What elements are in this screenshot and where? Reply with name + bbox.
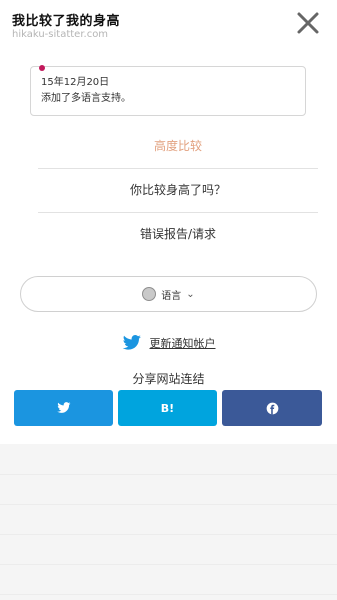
close-icon (297, 12, 319, 34)
twitter-bird-icon (56, 402, 70, 413)
globe-icon (142, 287, 157, 301)
share-facebook-button[interactable] (222, 390, 322, 426)
close-button[interactable] (293, 8, 323, 38)
compare-height-link[interactable]: 高度比较 (38, 124, 318, 168)
language-selector[interactable]: 语言 ⌄ (20, 276, 317, 312)
site-url: hikaku-sitatter.com (12, 29, 109, 40)
background-content (0, 444, 337, 600)
background-row (0, 504, 337, 535)
share-twitter-button[interactable] (14, 390, 113, 426)
twitter-bird-icon (122, 335, 141, 350)
chevron-down-icon: ⌄ (186, 288, 195, 300)
twitter-update-link[interactable]: 更新通知帐户 (150, 335, 216, 351)
background-row (0, 534, 337, 565)
facebook-icon (266, 402, 278, 414)
share-title: 分享网站连结 (132, 372, 205, 386)
hatena-label: B! (160, 401, 175, 415)
notice-date: 15年12月20日 (41, 77, 110, 88)
twitter-account-row[interactable]: 更新通知帐户 (0, 332, 337, 354)
background-row (0, 474, 337, 505)
background-row (0, 444, 337, 475)
update-notice: 15年12月20日 添加了多语言支持。 (30, 65, 306, 116)
background-row (0, 564, 337, 595)
share-hatena-button[interactable]: B! (118, 390, 217, 426)
notice-dot-icon (39, 65, 45, 71)
site-title: 我比较了我的身高 (12, 14, 121, 29)
language-label: 语言 (161, 290, 182, 302)
notice-text: 添加了多语言支持。 (41, 93, 131, 104)
header: 我比较了我的身高 hikaku-sitatter.com (0, 0, 337, 48)
error-report-link[interactable]: 错误报告/请求 (38, 212, 318, 256)
did-you-compare-link[interactable]: 你比较身高了吗？ (38, 168, 318, 212)
